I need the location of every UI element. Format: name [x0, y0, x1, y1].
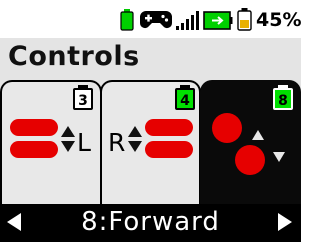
- direction-label: L: [77, 128, 91, 157]
- joystick-dots-icon: [212, 113, 265, 175]
- badge-number: 3: [78, 93, 88, 109]
- arrow-up-icon: [252, 130, 264, 140]
- port-badge-icon: 8: [273, 85, 293, 110]
- arrow-down-icon: [273, 152, 285, 162]
- battery-small-icon: [120, 9, 134, 31]
- next-arrow-icon[interactable]: [278, 213, 292, 231]
- tab-drive-both-graphics: 8: [212, 85, 293, 175]
- battery-icon: [237, 8, 252, 31]
- badge-number: 8: [278, 93, 288, 109]
- motor-pads-icon: [10, 119, 58, 158]
- signal-bars-icon: [176, 11, 199, 30]
- tab-left-motor-graphics: 3 L: [10, 85, 93, 158]
- tab-right-motor-graphics: 4 R: [108, 85, 195, 158]
- battery-percent: 45%: [256, 9, 302, 31]
- tab-left-motor[interactable]: 3 L: [0, 80, 102, 206]
- up-down-arrows-icon: [128, 126, 142, 152]
- mode-label: 8:Forward: [81, 207, 220, 237]
- status-bar: 45%: [0, 0, 301, 38]
- tab-drive-both[interactable]: 8: [200, 80, 301, 206]
- badge-number: 4: [180, 93, 190, 109]
- up-down-arrows-icon: [61, 126, 75, 152]
- port-badge-icon: 3: [73, 85, 93, 110]
- tab-right-motor[interactable]: 4 R: [100, 80, 201, 206]
- gamepad-icon: [140, 11, 172, 29]
- motor-pads-icon: [145, 119, 193, 158]
- direction-label: R: [108, 128, 125, 157]
- page-title: Controls: [8, 41, 140, 72]
- battery-charging-icon: [203, 11, 233, 30]
- port-badge-icon: 4: [175, 85, 195, 110]
